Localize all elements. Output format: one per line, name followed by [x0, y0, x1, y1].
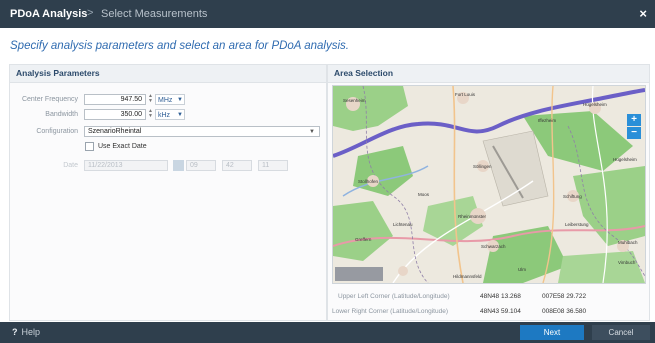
- upper-left-latitude: 48N48 13.268: [480, 293, 521, 300]
- next-button[interactable]: Next: [520, 325, 584, 340]
- breadcrumb-separator: >: [87, 7, 94, 19]
- cancel-button[interactable]: Cancel: [592, 325, 650, 340]
- bandwidth-label: Bandwidth: [45, 111, 78, 118]
- area-selection-panel: Area Selection Sesenheim Fort Louis Hüge…: [327, 64, 650, 321]
- map-label: Vimbuch: [618, 260, 636, 265]
- configuration-select[interactable]: SzenarioRheintal ▼: [84, 126, 320, 137]
- bandwidth-unit-select[interactable]: kHz ▼: [155, 109, 185, 120]
- date-input[interactable]: 11/22/2013: [84, 160, 168, 171]
- use-exact-date-label: Use Exact Date: [98, 143, 147, 150]
- map-label: Stollhofen: [358, 179, 379, 184]
- hour-input[interactable]: 09: [186, 160, 216, 171]
- map-label: Greffern: [355, 237, 372, 242]
- map-label: Moos: [418, 192, 430, 197]
- zoom-out-button[interactable]: −: [627, 127, 641, 139]
- window-subtitle: Select Measurements: [101, 8, 208, 20]
- upper-left-label: Upper Left Corner (Latitude/Longitude): [338, 293, 450, 300]
- map-label: Lichtenau: [393, 222, 413, 227]
- help-link[interactable]: ? Help: [12, 327, 40, 337]
- map-label: Hildmannsfeld: [453, 274, 482, 279]
- map-label: Sesenheim: [343, 98, 366, 103]
- help-label: Help: [21, 327, 41, 337]
- upper-left-longitude: 007E58 29.722: [542, 293, 587, 300]
- minute-input[interactable]: 42: [222, 160, 252, 171]
- map-label: Schwarzach: [481, 244, 506, 249]
- configuration-label: Configuration: [36, 128, 78, 135]
- help-icon: ?: [12, 327, 18, 337]
- map-label: Söllingen: [473, 164, 492, 169]
- chevron-down-icon: ▼: [309, 129, 315, 135]
- title-bar: PDoA Analysis > Select Measurements ×: [0, 0, 655, 28]
- map-label: Iffezheim: [538, 118, 556, 123]
- area-selection-header: Area Selection: [328, 65, 649, 83]
- calendar-icon[interactable]: [173, 160, 184, 171]
- chevron-down-icon: ▼: [177, 112, 183, 118]
- chevron-down-icon: ▼: [177, 97, 183, 103]
- configuration-value: SzenarioRheintal: [88, 128, 142, 135]
- analysis-parameters-panel: Analysis Parameters Center Frequency 947…: [9, 64, 327, 321]
- lower-right-latitude: 48N43 59.104: [480, 308, 521, 315]
- center-frequency-label: Center Frequency: [21, 96, 78, 103]
- map-label: Hügelsheim: [613, 157, 637, 162]
- page-headline: Specify analysis parameters and select a…: [10, 40, 349, 52]
- map-label: Fort Louis: [455, 92, 476, 97]
- center-frequency-spinner[interactable]: ▲ ▼: [148, 94, 153, 104]
- window-title: PDoA Analysis: [10, 8, 88, 20]
- map-label: Ulm: [518, 267, 526, 272]
- analysis-parameters-heading: Analysis Parameters: [16, 68, 100, 78]
- bandwidth-unit: kHz: [158, 112, 171, 119]
- map-label: Leiberstung: [565, 222, 589, 227]
- map-attribution-box: [335, 267, 383, 281]
- map-canvas: Sesenheim Fort Louis Hügelsheim Iffezhei…: [333, 86, 645, 283]
- map-label: Hügelsheim: [583, 102, 607, 107]
- center-frequency-unit-select[interactable]: MHz ▼: [155, 94, 185, 105]
- analysis-parameters-header: Analysis Parameters: [10, 65, 326, 83]
- zoom-in-button[interactable]: +: [627, 114, 641, 126]
- date-label: Date: [63, 162, 78, 169]
- map-view[interactable]: Sesenheim Fort Louis Hügelsheim Iffezhei…: [332, 85, 646, 284]
- close-icon[interactable]: ×: [639, 6, 647, 21]
- bandwidth-input[interactable]: 350.00: [84, 109, 146, 120]
- area-selection-heading: Area Selection: [334, 68, 394, 78]
- bandwidth-spinner[interactable]: ▲ ▼: [148, 109, 153, 119]
- bottom-bar: ? Help Next Cancel: [0, 322, 655, 343]
- lower-right-longitude: 008E08 36.580: [542, 308, 587, 315]
- center-frequency-unit: MHz: [158, 97, 173, 104]
- map-label: Muhlbach: [618, 240, 638, 245]
- map-label: Rheinmünster: [458, 214, 487, 219]
- center-frequency-input[interactable]: 947.50: [84, 94, 146, 105]
- second-input[interactable]: 11: [258, 160, 288, 171]
- lower-right-label: Lower Right Corner (Latitude/Longitude): [332, 308, 448, 315]
- map-label: Schiftung: [563, 194, 582, 199]
- use-exact-date-checkbox[interactable]: [85, 142, 94, 151]
